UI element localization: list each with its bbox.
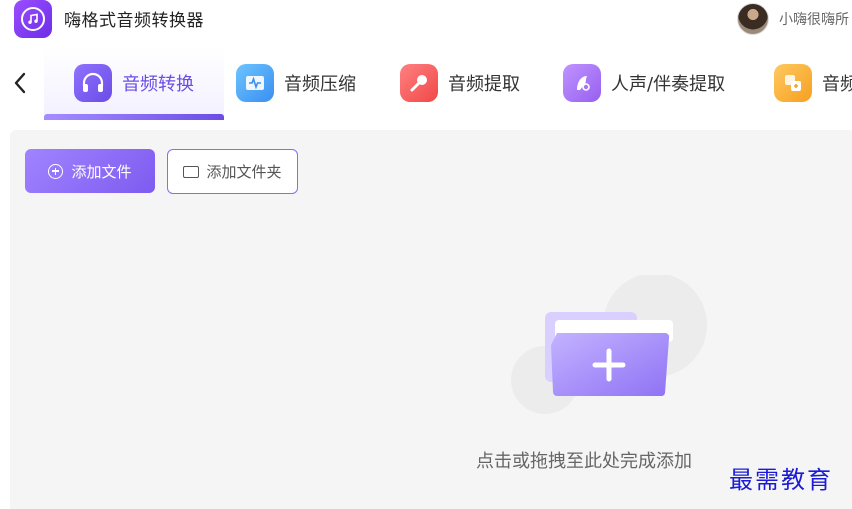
- tab-audio-extract[interactable]: 音频提取: [400, 46, 520, 120]
- add-folder-button[interactable]: 添加文件夹: [167, 149, 298, 194]
- tab-label: 人声/伴奏提取: [611, 74, 726, 95]
- vocal-icon: [563, 64, 601, 102]
- tab-label: 音频: [822, 74, 852, 95]
- add-folder-label: 添加文件夹: [206, 163, 282, 181]
- tab-audio-compress[interactable]: 音频压缩: [236, 46, 356, 120]
- folder-icon: [183, 165, 200, 178]
- watermark: 最需教育: [729, 466, 833, 494]
- tab-label: 音频压缩: [284, 74, 356, 95]
- headphones-icon: [74, 64, 112, 102]
- tab-audio-more[interactable]: 音频: [774, 46, 852, 120]
- feature-tab-bar: 音频转换 音频压缩 音频提取 人声/伴奏提取 音频: [0, 46, 852, 122]
- microphone-icon: [400, 64, 438, 102]
- add-file-button[interactable]: 添加文件: [25, 149, 155, 193]
- app-logo-icon: [14, 0, 52, 38]
- folder-add-icon: [511, 273, 707, 414]
- drop-zone[interactable]: [505, 273, 725, 415]
- app-title: 嗨格式音频转换器: [64, 11, 204, 31]
- waveform-icon: [236, 64, 274, 102]
- music-note-icon: [28, 13, 38, 24]
- tab-label: 音频提取: [448, 74, 520, 95]
- back-button[interactable]: [8, 68, 32, 98]
- main-panel: 添加文件 添加文件夹 点击或拖拽至此处完成添加: [10, 130, 852, 509]
- title-bar: 嗨格式音频转换器 小嗨很嗨所: [0, 0, 852, 44]
- tab-audio-convert[interactable]: 音频转换: [44, 46, 224, 120]
- add-file-label: 添加文件: [71, 162, 132, 181]
- user-name[interactable]: 小嗨很嗨所: [779, 9, 852, 29]
- chevron-left-icon: [14, 72, 26, 94]
- audio-merge-icon: [774, 64, 812, 102]
- avatar[interactable]: [737, 3, 769, 35]
- active-tab-indicator: [44, 114, 224, 120]
- tab-vocal-extract[interactable]: 人声/伴奏提取: [563, 46, 725, 120]
- tab-label: 音频转换: [122, 74, 194, 95]
- add-circle-icon: [48, 163, 64, 179]
- drop-hint-text: 点击或拖拽至此处完成添加: [476, 451, 692, 472]
